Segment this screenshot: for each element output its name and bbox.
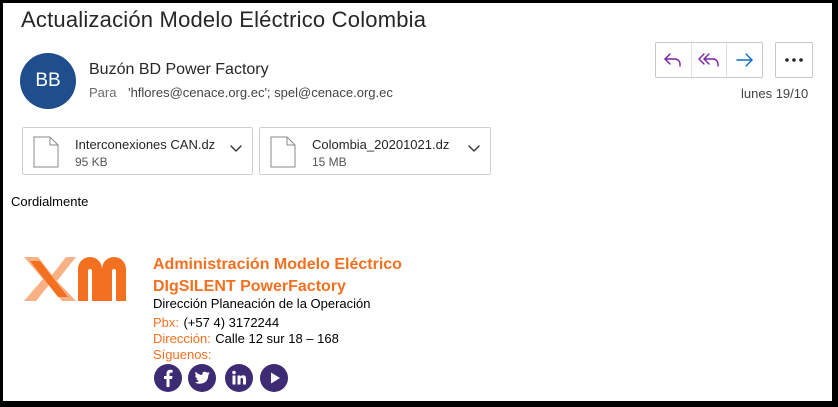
facebook-icon[interactable] xyxy=(153,363,183,393)
email-subject: Actualización Modelo Eléctrico Colombia xyxy=(21,7,427,32)
attachment-card[interactable]: Colombia_20201021.dz 15 MB xyxy=(259,127,491,175)
attachment-name: Colombia_20201021.dz xyxy=(312,137,450,152)
youtube-icon[interactable] xyxy=(259,363,289,393)
sender-name[interactable]: Buzón BD Power Factory xyxy=(89,61,269,79)
file-icon xyxy=(33,136,59,168)
xm-logo xyxy=(24,257,126,301)
received-date: lunes 19/10 xyxy=(741,86,809,101)
reply-all-button[interactable] xyxy=(692,43,728,77)
signature-department: Dirección Planeación de la Operación xyxy=(153,296,371,311)
message-actions xyxy=(655,42,763,78)
file-icon xyxy=(270,136,296,168)
more-actions-button[interactable] xyxy=(775,42,813,78)
forward-button[interactable] xyxy=(727,43,762,77)
email-body-greeting: Cordialmente xyxy=(11,194,89,209)
twitter-icon[interactable] xyxy=(187,363,217,393)
pbx-label: Pbx: xyxy=(153,315,180,330)
chevron-down-icon[interactable] xyxy=(230,145,242,153)
signature-address: Dirección: Calle 12 sur 18 – 168 xyxy=(153,330,339,348)
reply-button[interactable] xyxy=(656,43,692,77)
more-dots-icon xyxy=(785,58,803,62)
follow-us-label: Síguenos: xyxy=(153,347,212,362)
attachment-card[interactable]: Interconexiones CAN.dz 95 KB xyxy=(22,127,253,175)
reply-all-icon xyxy=(698,53,719,67)
linkedin-icon[interactable] xyxy=(224,363,254,393)
recipients-line: Para 'hflores@cenace.org.ec'; spel@cenac… xyxy=(89,85,393,100)
sender-avatar[interactable]: BB xyxy=(20,53,76,109)
address-label: Dirección: xyxy=(153,331,211,346)
address-value: Calle 12 sur 18 – 168 xyxy=(215,331,339,346)
recipients-value[interactable]: 'hflores@cenace.org.ec'; spel@cenace.org… xyxy=(128,85,393,100)
to-label: Para xyxy=(89,85,117,100)
attachment-name: Interconexiones CAN.dz xyxy=(75,137,216,152)
reply-icon xyxy=(664,53,682,67)
signature-title: Administración Modelo Eléctrico xyxy=(153,256,402,273)
attachment-size: 15 MB xyxy=(312,155,347,169)
chevron-down-icon[interactable] xyxy=(468,145,480,153)
forward-arrow-icon xyxy=(735,53,753,67)
signature-product: DIgSILENT PowerFactory xyxy=(153,278,346,295)
attachment-size: 95 KB xyxy=(75,155,108,169)
pbx-value: (+57 4) 3172244 xyxy=(183,315,280,330)
